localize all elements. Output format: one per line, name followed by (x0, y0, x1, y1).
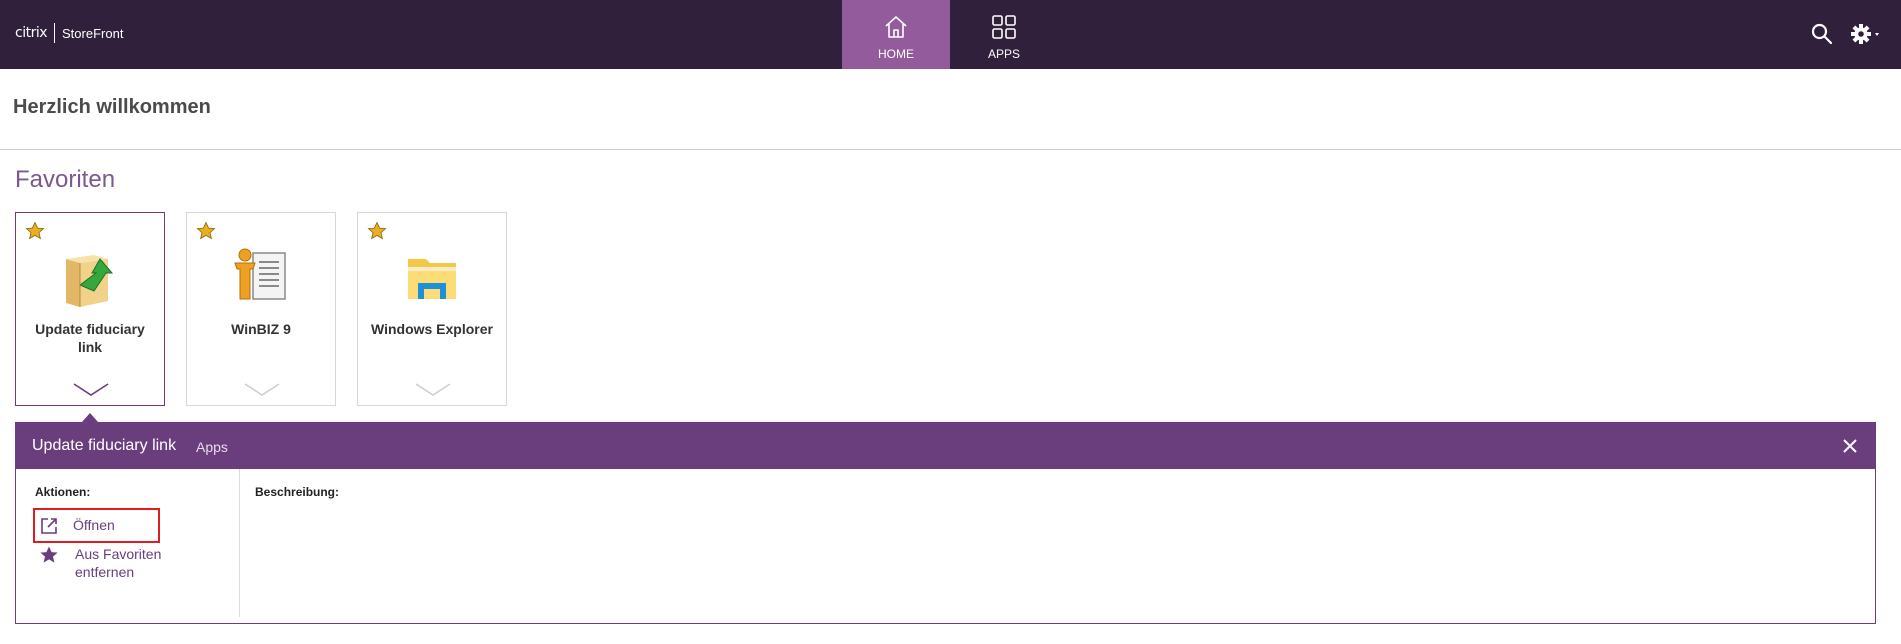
remove-favorite-button[interactable]: Aus Favoriten entfernen (33, 545, 175, 581)
details-title: Update fiduciary link (32, 437, 177, 454)
chevron-down-icon[interactable] (414, 381, 452, 399)
app-tile-windows-explorer[interactable]: Windows Explorer (357, 212, 507, 406)
actions-section: Aktionen: Öffnen Aus Favoriten entfernen (16, 469, 240, 617)
chevron-down-icon[interactable] (243, 381, 281, 399)
storefront-logo: citrix StoreFront (15, 23, 123, 43)
grid-icon (992, 15, 1016, 39)
file-explorer-icon (408, 259, 456, 299)
tab-home[interactable]: HOME (842, 0, 950, 69)
divider (0, 149, 1901, 150)
product-name: StoreFront (62, 25, 124, 41)
app-tile-winbiz-9[interactable]: WinBIZ 9 (186, 212, 336, 406)
remove-favorite-label: Aus Favoriten entfernen (75, 546, 162, 580)
tab-home-label: HOME (878, 47, 914, 61)
search-icon[interactable] (1810, 22, 1834, 46)
tab-apps-label: APPS (987, 47, 1020, 61)
app-name: Windows Explorer (370, 321, 493, 337)
winbiz-icon (234, 248, 286, 300)
folder-update-icon (66, 255, 114, 307)
star-icon[interactable] (367, 221, 387, 241)
details-category: Apps (196, 439, 228, 455)
app-tile-update-fiduciary-link[interactable]: Update fiduciary link (15, 212, 165, 406)
close-icon[interactable] (1842, 438, 1858, 454)
app-details-panel: Update fiduciary link Apps Aktionen: Öff… (15, 422, 1876, 624)
welcome-heading: Herzlich willkommen (13, 96, 211, 118)
star-icon (40, 546, 58, 563)
home-icon (885, 16, 907, 38)
star-icon[interactable] (25, 221, 45, 241)
chevron-down-icon (1875, 33, 1879, 36)
chevron-down-icon[interactable] (72, 381, 110, 399)
gear-icon[interactable] (1850, 21, 1884, 47)
open-external-icon (41, 518, 57, 534)
app-name: Update fiduciary link (35, 321, 145, 355)
star-icon[interactable] (196, 221, 216, 241)
logo-divider (54, 23, 56, 43)
tab-apps[interactable]: APPS (950, 0, 1058, 69)
details-pointer (82, 413, 98, 422)
top-bar: citrix StoreFront HOME APPS (0, 0, 1901, 69)
description-label: Beschreibung: (255, 485, 340, 499)
details-header: Update fiduciary link Apps (16, 423, 1875, 469)
citrix-brand: citrix (15, 25, 48, 41)
actions-label: Aktionen: (35, 485, 91, 499)
open-label: Öffnen (73, 517, 115, 533)
app-name: WinBIZ 9 (231, 321, 291, 337)
open-button[interactable]: Öffnen (33, 508, 160, 543)
favorites-title: Favoriten (15, 166, 116, 193)
